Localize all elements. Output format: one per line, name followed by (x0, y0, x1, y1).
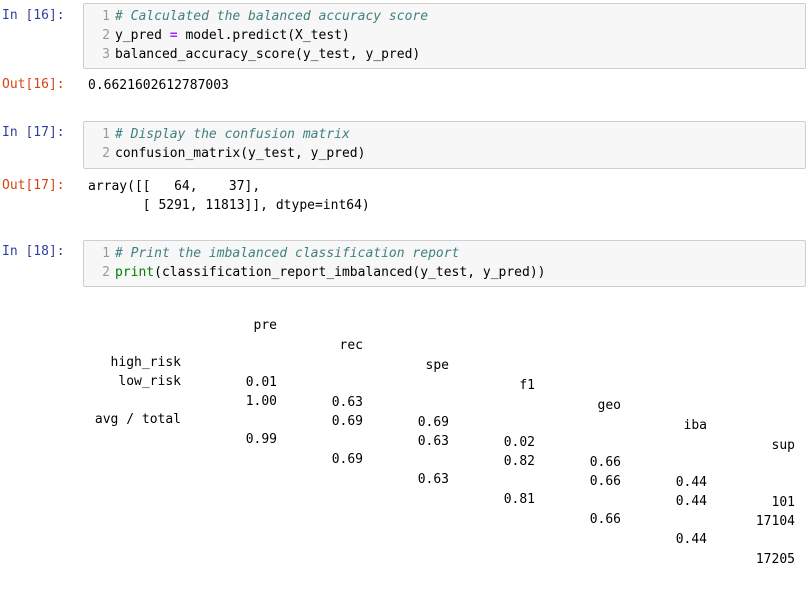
code-text: y_pred (115, 28, 170, 43)
cell-output-line: array([[ 64, 37], (88, 179, 261, 194)
out-prompt: Out[16]: (2, 77, 65, 92)
cell-sup: 17104 (755, 514, 795, 529)
cell-rec: 0.69 (331, 452, 363, 467)
code-line: 1 # Display the confusion matrix (84, 125, 350, 144)
code-text: (classification_report_imbalanced(y_test… (154, 265, 546, 280)
in-prompt: In [17]: (2, 125, 65, 140)
out-prompt: Out[17]: (2, 178, 65, 193)
header-sup: sup (771, 438, 795, 453)
code-text: confusion_matrix(y_test, y_pred) (115, 146, 366, 161)
cell-f1: 0.82 (503, 454, 535, 469)
cell-sup: 17205 (755, 552, 795, 567)
cell-spe: 0.69 (417, 415, 449, 430)
cell-iba: 0.44 (675, 475, 707, 490)
cell-geo: 0.66 (589, 512, 621, 527)
line-number: 1 (102, 246, 110, 261)
report-row: high_risk 0.01 0.63 0.69 0.02 0.66 0.44 … (83, 333, 806, 510)
cell-spe: 0.63 (417, 434, 449, 449)
code-line: 3 balanced_accuracy_score(y_test, y_pred) (84, 45, 420, 64)
line-number: 2 (102, 28, 110, 43)
report-header-row: pre rec spe f1 geo iba sup (83, 296, 806, 453)
code-comment: # Print the imbalanced classification re… (115, 246, 460, 261)
header-iba: iba (683, 418, 707, 433)
code-editor[interactable]: 1 # Calculated the balanced accuracy scor… (83, 3, 806, 69)
line-number: 1 (102, 9, 110, 24)
code-editor[interactable]: 1 # Display the confusion matrix 2 confusi… (83, 121, 806, 169)
report-row-total: avg / total 0.99 0.69 0.63 0.81 0.66 0.4… (83, 390, 806, 567)
line-number: 3 (102, 47, 110, 62)
cell-iba: 0.44 (675, 532, 707, 547)
row-label: avg / total (94, 412, 181, 427)
line-number: 1 (102, 127, 110, 142)
code-line: 1 # Calculated the balanced accuracy scor… (84, 7, 428, 26)
cell-output-line: [ 5291, 11813]], dtype=int64) (88, 198, 370, 213)
cell-f1: 0.81 (503, 492, 535, 507)
cell-rec: 0.69 (331, 414, 363, 429)
code-line: 2 print(classification_report_imbalanced(… (84, 263, 545, 282)
cell-spe: 0.63 (417, 472, 449, 487)
line-number: 2 (102, 265, 110, 280)
code-editor[interactable]: 1 # Print the imbalanced classification r… (83, 240, 806, 287)
row-label: low_risk (118, 374, 181, 389)
code-comment: # Calculated the balanced accuracy score (115, 9, 429, 24)
code-builtin: print (115, 265, 155, 280)
cell-f1: 0.02 (503, 435, 535, 450)
line-number: 2 (102, 146, 110, 161)
cell-iba: 0.44 (675, 494, 707, 509)
code-text: model.predict(X_test) (177, 28, 350, 43)
cell-pre: 0.99 (245, 432, 277, 447)
cell-geo: 0.66 (589, 455, 621, 470)
report-row: low_risk 1.00 0.69 0.63 0.82 0.66 0.44 1… (83, 352, 806, 529)
code-text: balanced_accuracy_score(y_test, y_pred) (115, 47, 421, 62)
in-prompt: In [18]: (2, 244, 65, 259)
cell-sup: 101 (771, 495, 795, 510)
cell-output: 0.6621602612787003 (88, 78, 229, 93)
in-prompt: In [16]: (2, 8, 65, 23)
code-operator: = (169, 28, 178, 43)
code-line: 2 y_pred = model.predict(X_test) (84, 26, 350, 45)
code-comment: # Display the confusion matrix (115, 127, 350, 142)
code-line: 1 # Print the imbalanced classification r… (84, 244, 459, 263)
code-line: 2 confusion_matrix(y_test, y_pred) (84, 144, 365, 163)
cell-geo: 0.66 (589, 474, 621, 489)
classification-report-output: pre rec spe f1 geo iba sup high_risk 0.0… (83, 286, 806, 567)
